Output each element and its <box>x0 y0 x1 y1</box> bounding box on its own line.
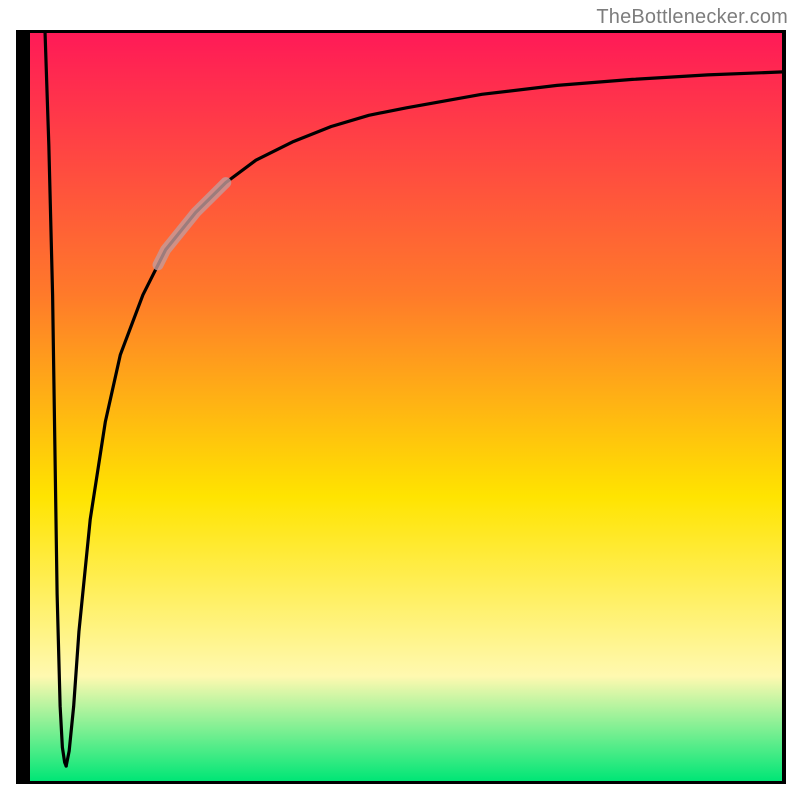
chart-stage: TheBottlenecker.com <box>0 0 800 800</box>
gradient-background <box>30 33 783 781</box>
attribution-text: TheBottlenecker.com <box>596 6 788 29</box>
plot-frame <box>16 30 786 784</box>
chart-svg <box>16 30 786 784</box>
